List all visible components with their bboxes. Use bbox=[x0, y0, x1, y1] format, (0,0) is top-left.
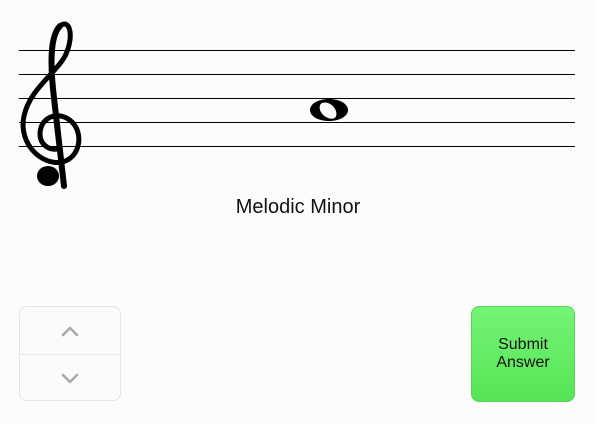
step-down-button[interactable] bbox=[20, 355, 120, 400]
note-stepper[interactable] bbox=[19, 306, 121, 401]
scale-name: Melodic Minor bbox=[235, 196, 361, 218]
chevron-down-icon bbox=[61, 373, 79, 383]
step-up-button[interactable] bbox=[20, 307, 120, 354]
submit-answer-label: Submit Answer bbox=[496, 336, 550, 371]
staff-line bbox=[19, 74, 575, 75]
whole-note-icon bbox=[310, 99, 348, 121]
staff-line bbox=[19, 146, 575, 147]
staff-line bbox=[19, 50, 575, 51]
chevron-up-icon bbox=[61, 326, 79, 336]
treble-clef-icon bbox=[20, 21, 82, 189]
staff-line bbox=[19, 122, 575, 123]
music-staff bbox=[0, 0, 596, 200]
submit-answer-button[interactable]: Submit Answer bbox=[471, 306, 575, 402]
staff-line bbox=[19, 98, 575, 99]
